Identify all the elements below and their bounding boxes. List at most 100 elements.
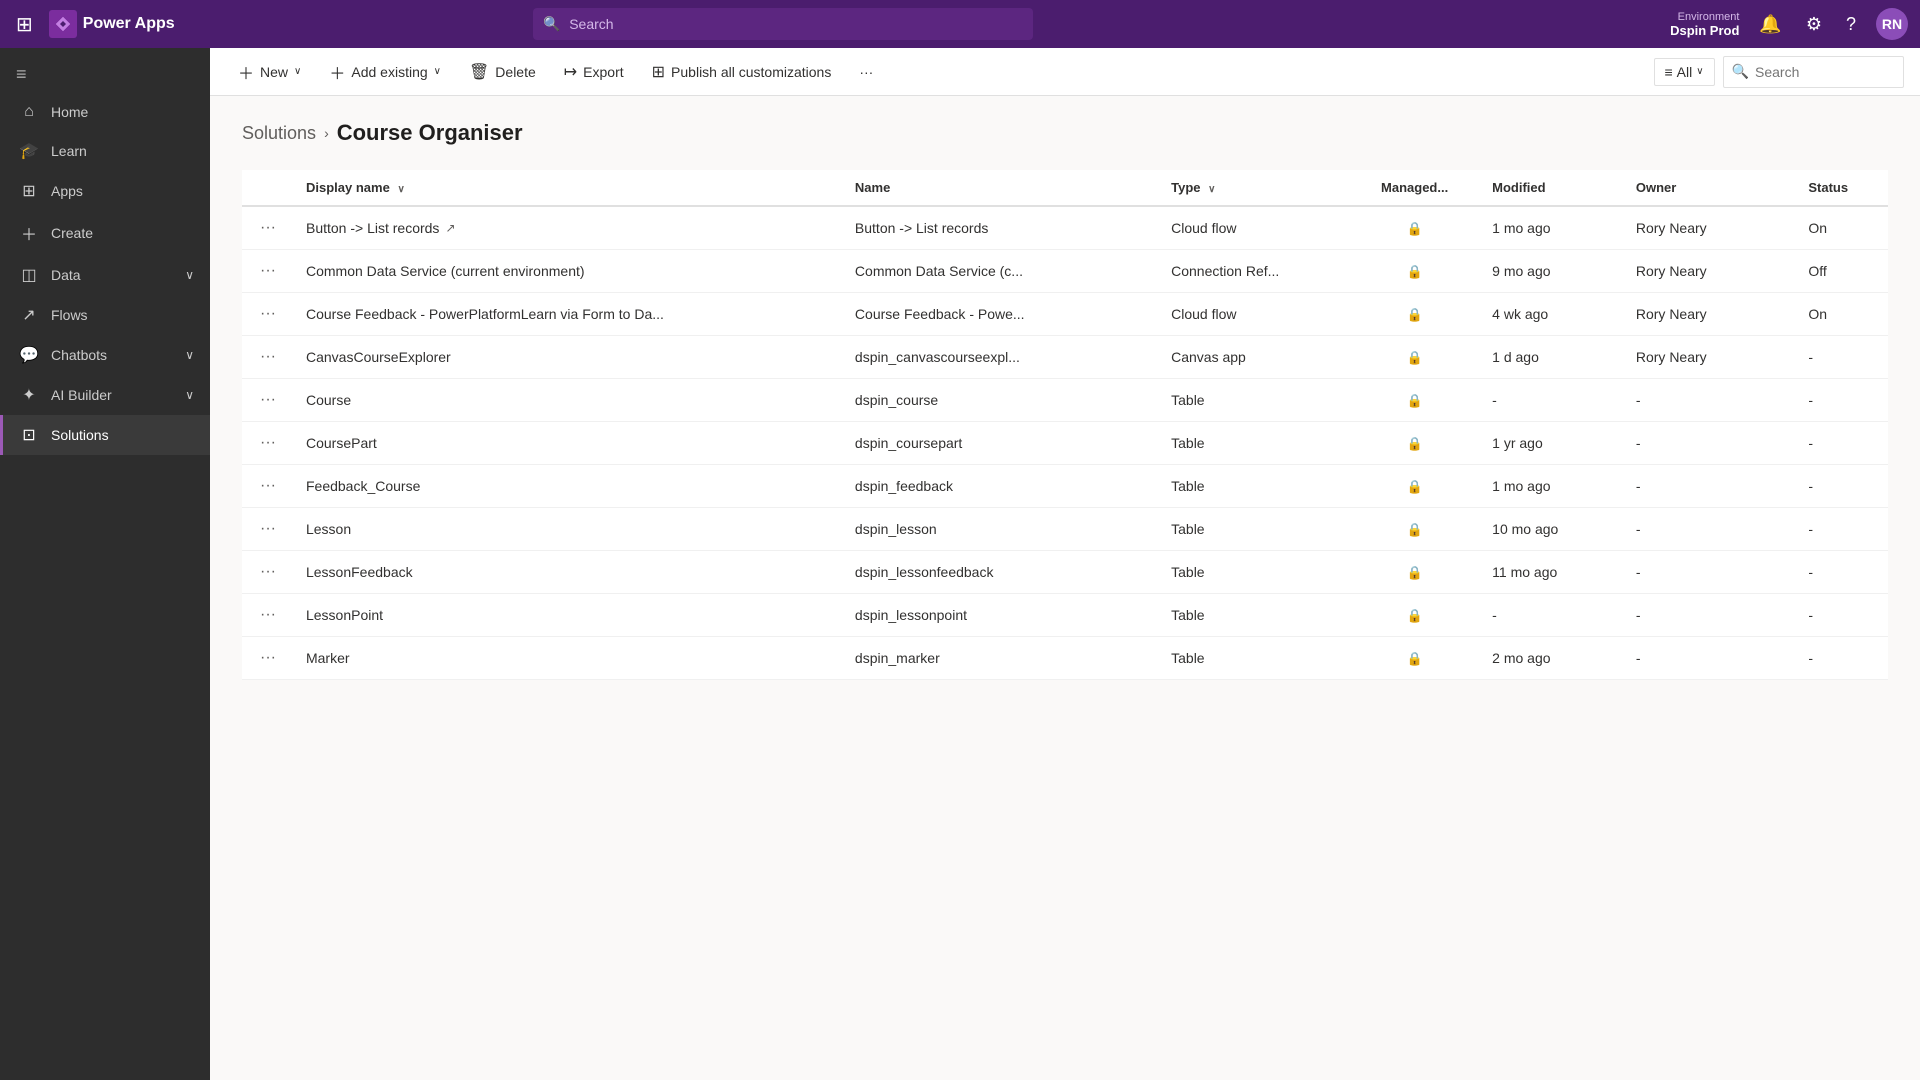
- lock-icon: 🔒: [1407, 608, 1423, 623]
- sidebar-item-flows[interactable]: ↗ Flows: [0, 295, 210, 335]
- chatbots-icon: 💬: [19, 345, 39, 365]
- row-modified: 4 wk ago: [1480, 293, 1624, 336]
- data-icon: ◫: [19, 265, 39, 285]
- help-icon[interactable]: ?: [1842, 10, 1860, 39]
- sidebar-item-home[interactable]: ⌂ Home: [0, 93, 210, 131]
- export-icon: ↦: [564, 62, 577, 82]
- row-more-button[interactable]: ···: [254, 647, 282, 669]
- apps-icon: ⊞: [19, 181, 39, 201]
- row-modified: 9 mo ago: [1480, 250, 1624, 293]
- filter-button[interactable]: ≡ All ∨: [1654, 58, 1715, 86]
- row-more-button[interactable]: ···: [254, 518, 282, 540]
- row-name: dspin_course: [843, 379, 1159, 422]
- row-more-button[interactable]: ···: [254, 432, 282, 454]
- row-name: dspin_marker: [843, 637, 1159, 680]
- top-nav: ⊞ Power Apps 🔍 Environment Dspin Prod 🔔 …: [0, 0, 1920, 48]
- row-managed: 🔒: [1349, 206, 1480, 250]
- col-header-managed[interactable]: Managed...: [1349, 170, 1480, 206]
- display-name-link[interactable]: LessonFeedback: [306, 564, 831, 580]
- display-name-link[interactable]: Lesson: [306, 521, 831, 537]
- row-type: Connection Ref...: [1159, 250, 1349, 293]
- display-name-link[interactable]: Marker: [306, 650, 831, 666]
- row-more-button[interactable]: ···: [254, 561, 282, 583]
- avatar[interactable]: RN: [1876, 8, 1908, 40]
- row-more-button[interactable]: ···: [254, 389, 282, 411]
- display-name-link[interactable]: Common Data Service (current environment…: [306, 263, 831, 279]
- row-managed: 🔒: [1349, 379, 1480, 422]
- sidebar-item-solutions[interactable]: ⊡ Solutions: [0, 415, 210, 455]
- col-header-status[interactable]: Status: [1796, 170, 1888, 206]
- sidebar-item-apps[interactable]: ⊞ Apps: [0, 171, 210, 211]
- row-status: -: [1796, 594, 1888, 637]
- display-name-link[interactable]: CoursePart: [306, 435, 831, 451]
- environment-info: Environment Dspin Prod: [1670, 11, 1739, 38]
- row-name: Course Feedback - Powe...: [843, 293, 1159, 336]
- publish-icon: ⊞: [652, 62, 665, 82]
- page-content: Solutions › Course Organiser Display nam…: [210, 96, 1920, 1080]
- sidebar-item-ai-builder[interactable]: ✦ AI Builder ∨: [0, 375, 210, 415]
- col-header-owner[interactable]: Owner: [1624, 170, 1796, 206]
- export-button[interactable]: ↦ Export: [552, 56, 636, 88]
- row-modified: 1 yr ago: [1480, 422, 1624, 465]
- add-existing-icon: ＋: [329, 60, 345, 84]
- row-more-button[interactable]: ···: [254, 260, 282, 282]
- lock-icon: 🔒: [1407, 479, 1423, 494]
- row-more-button[interactable]: ···: [254, 217, 282, 239]
- sidebar-item-chatbots[interactable]: 💬 Chatbots ∨: [0, 335, 210, 375]
- notifications-icon[interactable]: 🔔: [1755, 10, 1785, 39]
- table-row: ···Feedback_Coursedspin_feedbackTable🔒1 …: [242, 465, 1888, 508]
- row-managed: 🔒: [1349, 551, 1480, 594]
- display-name-link[interactable]: CanvasCourseExplorer: [306, 349, 831, 365]
- row-managed: 🔒: [1349, 465, 1480, 508]
- display-name-link[interactable]: Course: [306, 392, 831, 408]
- delete-button[interactable]: 🗑 Delete: [457, 56, 548, 88]
- filter-chevron-icon: ∨: [1696, 66, 1703, 77]
- row-more-button[interactable]: ···: [254, 303, 282, 325]
- row-more-button[interactable]: ···: [254, 346, 282, 368]
- sidebar-collapse-button[interactable]: ≡: [0, 56, 210, 93]
- waffle-icon[interactable]: ⊞: [12, 8, 37, 41]
- row-type: Table: [1159, 379, 1349, 422]
- row-status: Off: [1796, 250, 1888, 293]
- row-more-button[interactable]: ···: [254, 604, 282, 626]
- col-header-name[interactable]: Name: [843, 170, 1159, 206]
- row-owner: -: [1624, 637, 1796, 680]
- delete-icon: 🗑: [469, 62, 489, 82]
- toolbar-search-icon: 🔍: [1732, 63, 1749, 80]
- display-name-link[interactable]: Feedback_Course: [306, 478, 831, 494]
- row-type: Cloud flow: [1159, 206, 1349, 250]
- row-more-button[interactable]: ···: [254, 475, 282, 497]
- row-modified: 11 mo ago: [1480, 551, 1624, 594]
- sidebar-item-data[interactable]: ◫ Data ∨: [0, 255, 210, 295]
- toolbar-search-input[interactable]: [1755, 64, 1895, 80]
- col-header-modified[interactable]: Modified: [1480, 170, 1624, 206]
- display-name-link[interactable]: Course Feedback - PowerPlatformLearn via…: [306, 306, 831, 322]
- display-name-link[interactable]: Button -> List records↗: [306, 220, 831, 236]
- lock-icon: 🔒: [1407, 651, 1423, 666]
- row-status: -: [1796, 379, 1888, 422]
- lock-icon: 🔒: [1407, 307, 1423, 322]
- display-name-link[interactable]: LessonPoint: [306, 607, 831, 623]
- more-button[interactable]: ···: [847, 58, 885, 86]
- publish-button[interactable]: ⊞ Publish all customizations: [640, 56, 844, 88]
- new-button[interactable]: ＋ New ∨: [226, 54, 313, 90]
- table-row: ···LessonFeedbackdspin_lessonfeedbackTab…: [242, 551, 1888, 594]
- row-owner: -: [1624, 422, 1796, 465]
- search-input[interactable]: [533, 8, 1033, 40]
- col-header-display-name[interactable]: Display name ∨: [294, 170, 843, 206]
- col-header-actions: [242, 170, 294, 206]
- lock-icon: 🔒: [1407, 522, 1423, 537]
- settings-icon[interactable]: ⚙: [1802, 10, 1826, 39]
- row-owner: Rory Neary: [1624, 293, 1796, 336]
- breadcrumb-solutions-link[interactable]: Solutions: [242, 123, 316, 144]
- sidebar-item-create[interactable]: ＋ Create: [0, 211, 210, 255]
- sidebar-item-learn[interactable]: 🎓 Learn: [0, 131, 210, 171]
- row-modified: -: [1480, 379, 1624, 422]
- toolbar-search: 🔍: [1723, 56, 1904, 88]
- col-header-type[interactable]: Type ∨: [1159, 170, 1349, 206]
- type-sort-icon: ∨: [1208, 184, 1215, 195]
- row-modified: 2 mo ago: [1480, 637, 1624, 680]
- table-row: ···Coursedspin_courseTable🔒---: [242, 379, 1888, 422]
- row-name: dspin_lesson: [843, 508, 1159, 551]
- add-existing-button[interactable]: ＋ Add existing ∨: [317, 54, 453, 90]
